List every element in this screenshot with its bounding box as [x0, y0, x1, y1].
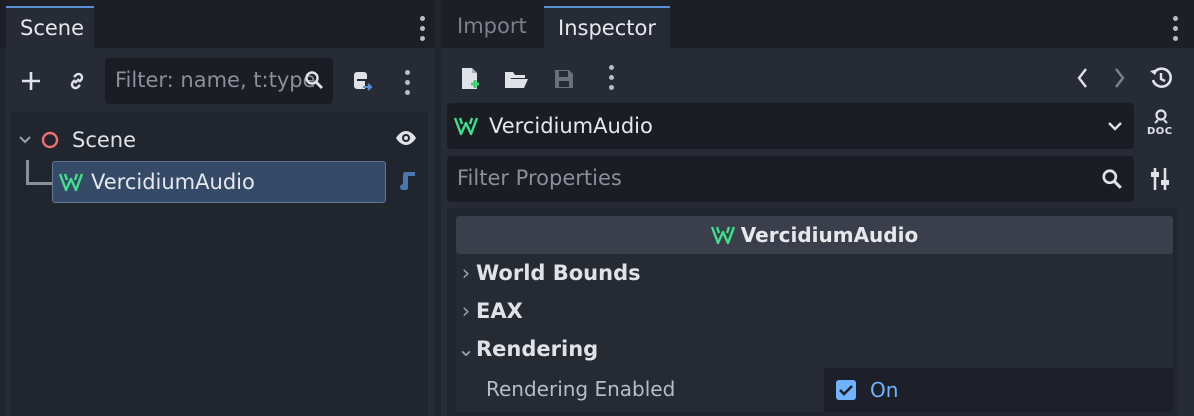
- history-back-icon[interactable]: [1075, 66, 1091, 90]
- section-world-bounds[interactable]: › World Bounds: [456, 254, 1173, 292]
- section-world-bounds-label: World Bounds: [476, 261, 641, 285]
- doc-magnifier-icon: [1154, 109, 1168, 124]
- tab-scene-label: Scene: [20, 16, 85, 40]
- vercidium-logo-icon: [59, 173, 83, 192]
- attach-script-button[interactable]: [346, 66, 376, 96]
- tab-inspector-label: Inspector: [558, 16, 656, 40]
- node-circle-icon: [41, 131, 59, 149]
- tab-import[interactable]: Import: [443, 6, 541, 48]
- vercidium-logo-icon: [710, 226, 735, 245]
- class-header-label: VercidiumAudio: [740, 223, 919, 247]
- section-eax-label: EAX: [476, 299, 523, 323]
- history-forward-icon[interactable]: [1111, 66, 1127, 90]
- instance-scene-button[interactable]: [62, 66, 92, 96]
- section-rendering[interactable]: ⌄Rendering: [456, 330, 1173, 368]
- chevron-right-icon: ›: [461, 299, 471, 323]
- property-tools-icon[interactable]: [1148, 166, 1172, 192]
- tab-scene[interactable]: Scene: [6, 6, 94, 48]
- scene-dock-menu-icon[interactable]: [420, 16, 426, 46]
- visibility-eye-icon[interactable]: [394, 128, 418, 148]
- filter-properties-placeholder: Filter Properties: [457, 166, 622, 190]
- tree-child-label: VercidiumAudio: [91, 170, 255, 194]
- chevron-right-icon: ›: [461, 261, 471, 285]
- open-documentation-button[interactable]: DOC: [1145, 108, 1177, 144]
- new-resource-button[interactable]: [455, 64, 485, 94]
- open-resource-button[interactable]: [501, 64, 531, 94]
- rendering-enabled-value[interactable]: On: [870, 373, 898, 407]
- tab-import-label: Import: [457, 14, 527, 38]
- folder-open-icon: [505, 72, 528, 88]
- doc-label: DOC: [1147, 126, 1173, 137]
- tree-row-scene-root[interactable]: Scene: [10, 122, 428, 158]
- object-selector-dropdown[interactable]: VercidiumAudio: [447, 103, 1134, 149]
- scene-tree: Scene VercidiumAudio: [10, 112, 428, 416]
- history-icon[interactable]: [1148, 65, 1174, 91]
- add-node-button[interactable]: [16, 66, 46, 96]
- property-row-rendering-enabled: Rendering Enabled On: [456, 368, 1173, 412]
- checkmark-icon: [839, 385, 853, 396]
- scene-filter-input[interactable]: Filter: name, t:type: [105, 58, 333, 104]
- script-attach-icon: [354, 72, 373, 91]
- chevron-down-icon[interactable]: [18, 134, 32, 146]
- save-disk-icon: [555, 70, 573, 88]
- object-selector-label: VercidiumAudio: [489, 114, 653, 138]
- property-value-cell: On: [824, 368, 1173, 412]
- rendering-enabled-checkbox[interactable]: [836, 380, 856, 400]
- class-header: VercidiumAudio: [456, 216, 1173, 254]
- scene-filter-search-icon: [302, 68, 326, 92]
- tree-row-vercidium-audio[interactable]: VercidiumAudio: [52, 161, 386, 203]
- plus-icon: [22, 72, 40, 90]
- inspector-resource-menu-icon[interactable]: [609, 65, 615, 95]
- script-icon[interactable]: [398, 170, 420, 192]
- section-rendering-label: Rendering: [476, 337, 599, 361]
- chevron-down-icon: ⌄: [457, 337, 475, 361]
- inspector-dock-menu-icon[interactable]: [1173, 16, 1179, 46]
- new-file-icon: [462, 68, 479, 89]
- scene-options-menu-icon[interactable]: [405, 70, 411, 100]
- save-resource-button[interactable]: [549, 64, 579, 94]
- filter-properties-input[interactable]: Filter Properties: [447, 156, 1134, 202]
- scene-filter-placeholder: Filter: name, t:type: [115, 68, 316, 92]
- chevron-down-icon: [1108, 122, 1122, 131]
- scene-panel: Filter: name, t:type Scene VercidiumAudi…: [6, 48, 434, 416]
- property-label: Rendering Enabled: [486, 377, 676, 401]
- section-eax[interactable]: › EAX: [456, 292, 1173, 330]
- link-icon: [70, 72, 84, 90]
- tab-inspector[interactable]: Inspector: [544, 6, 670, 48]
- vercidium-logo-icon: [453, 117, 479, 136]
- tree-root-label: Scene: [72, 128, 137, 152]
- filter-search-icon: [1102, 169, 1122, 189]
